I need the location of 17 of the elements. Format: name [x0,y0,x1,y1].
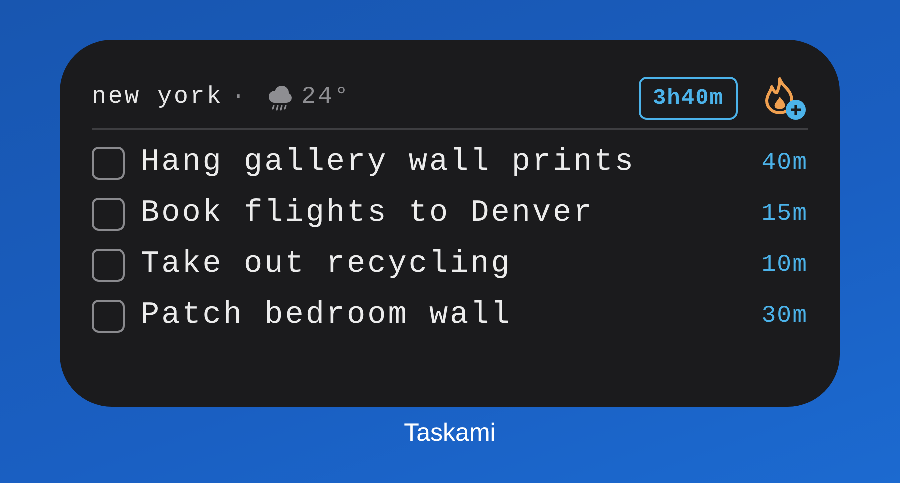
temperature-text: 24° [302,83,351,113]
task-duration: 30m [762,302,808,332]
widget-label: Taskami [404,419,496,447]
timer-badge[interactable]: 3h40m [638,76,738,120]
separator: · [231,83,248,113]
checkbox[interactable] [92,147,125,180]
checkbox[interactable] [92,198,125,231]
task-title: Take out recycling [141,246,512,284]
task-duration: 40m [762,148,808,178]
location-text: new york [92,83,224,113]
checkbox[interactable] [92,300,125,333]
task-duration: 15m [762,200,808,230]
task-title: Book flights to Denver [141,195,594,234]
task-duration: 10m [762,250,808,280]
task-title: Hang gallery wall prints [141,144,636,182]
task-title: Patch bedroom wall [141,297,512,336]
checkbox[interactable] [92,249,125,282]
